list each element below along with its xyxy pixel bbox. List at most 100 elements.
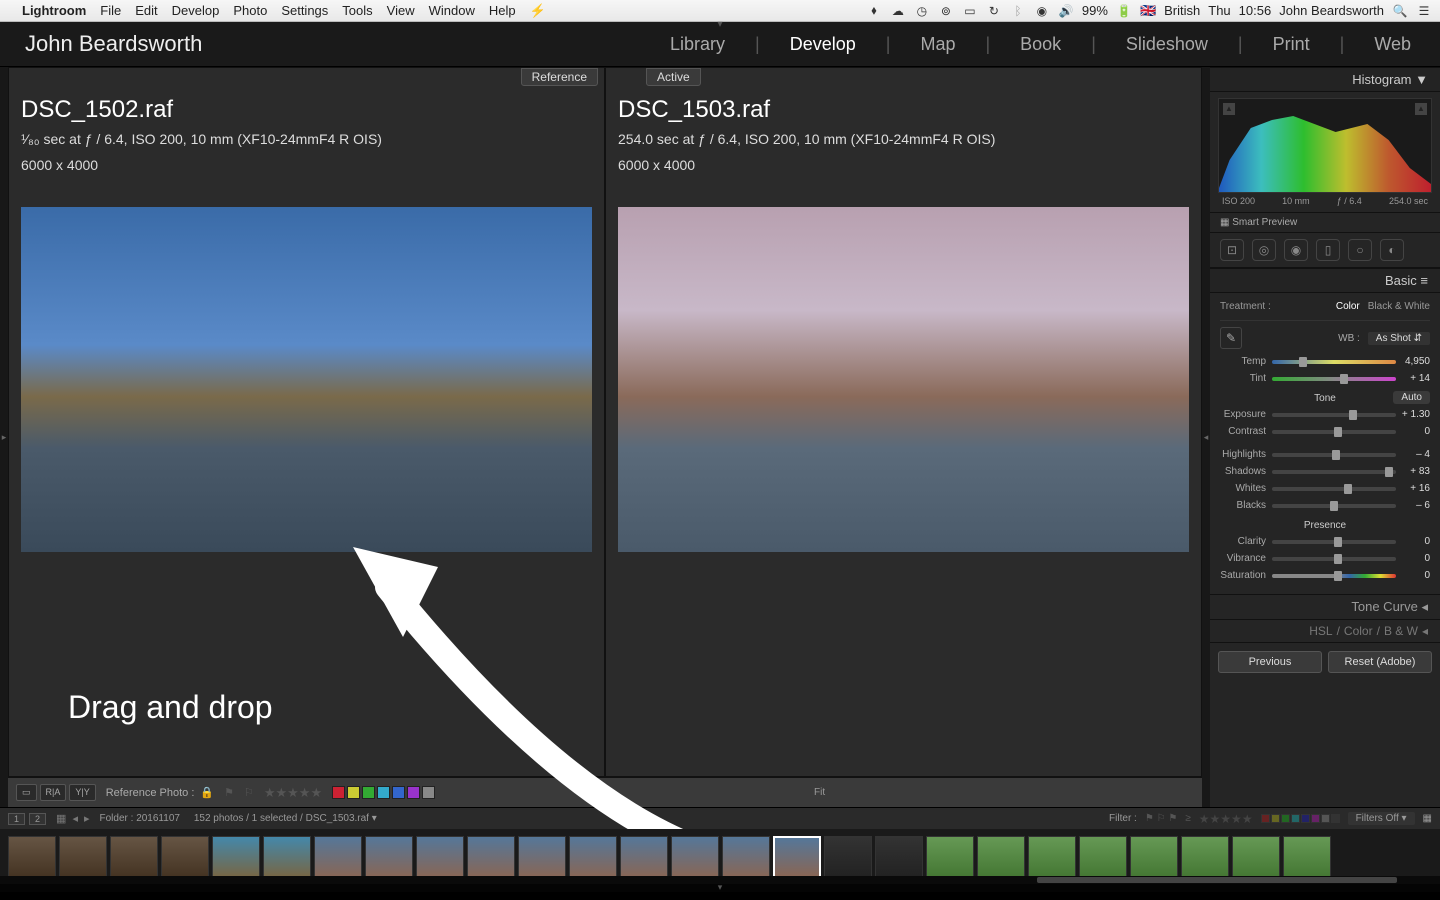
selected-file[interactable]: DSC_1503.raf — [306, 813, 369, 824]
clarity-value[interactable]: 0 — [1396, 536, 1430, 547]
shadows-value[interactable]: + 83 — [1396, 466, 1430, 477]
thumbnail[interactable] — [110, 836, 158, 878]
contrast-value[interactable]: 0 — [1396, 426, 1430, 437]
histogram-header[interactable]: Histogram ▼ — [1210, 67, 1440, 92]
vibrance-slider[interactable] — [1272, 557, 1396, 561]
module-develop[interactable]: Develop — [786, 34, 860, 55]
lock-icon[interactable]: 🔒 — [200, 786, 214, 799]
gradient-tool-icon[interactable]: ▯ — [1316, 239, 1340, 261]
thumbnail[interactable] — [620, 836, 668, 878]
thumbnail[interactable] — [977, 836, 1025, 878]
monitor-1-button[interactable]: 1 — [8, 813, 25, 825]
saturation-value[interactable]: 0 — [1396, 570, 1430, 581]
loupe-view-button[interactable]: ▭ — [16, 784, 37, 801]
identity-plate[interactable]: John Beardsworth — [25, 31, 202, 57]
menu-settings[interactable]: Settings — [281, 3, 328, 18]
thumbnail-selected[interactable] — [773, 836, 821, 878]
filmstrip-scrollbar[interactable] — [0, 876, 1440, 884]
thumbnail[interactable] — [467, 836, 515, 878]
module-web[interactable]: Web — [1370, 34, 1415, 55]
menu-view[interactable]: View — [387, 3, 415, 18]
module-slideshow[interactable]: Slideshow — [1122, 34, 1212, 55]
thumbnail[interactable] — [518, 836, 566, 878]
filter-lock-icon[interactable]: ▦ — [1423, 813, 1432, 824]
path-value[interactable]: 20161107 — [136, 813, 180, 824]
menu-edit[interactable]: Edit — [135, 3, 157, 18]
filter-stars[interactable]: ★★★★★ — [1199, 812, 1253, 826]
spot-tool-icon[interactable]: ◎ — [1252, 239, 1276, 261]
thumbnail[interactable] — [1181, 836, 1229, 878]
auto-tone-button[interactable]: Auto — [1393, 391, 1430, 404]
grid-icon[interactable]: ▦ — [56, 812, 66, 825]
thumbnail[interactable] — [1079, 836, 1127, 878]
top-panel-grip[interactable]: ▾ — [705, 19, 735, 27]
exposure-slider[interactable] — [1272, 413, 1396, 417]
user-name[interactable]: John Beardsworth — [1279, 3, 1384, 18]
whites-value[interactable]: + 16 — [1396, 483, 1430, 494]
blacks-value[interactable]: – 6 — [1396, 500, 1430, 511]
saturation-slider[interactable] — [1272, 574, 1396, 578]
highlights-slider[interactable] — [1272, 453, 1396, 457]
thumbnail[interactable] — [875, 836, 923, 878]
treatment-bw[interactable]: Black & White — [1368, 301, 1430, 312]
zoom-fit-label[interactable]: Fit — [814, 787, 825, 798]
redeye-tool-icon[interactable]: ◉ — [1284, 239, 1308, 261]
cloud-icon[interactable]: ☁ — [890, 4, 906, 18]
color-labels[interactable] — [332, 786, 435, 799]
volume-icon[interactable]: 🔊 — [1058, 4, 1074, 18]
menu-develop[interactable]: Develop — [172, 3, 220, 18]
thumbnail[interactable] — [263, 836, 311, 878]
highlight-clip-icon[interactable]: ▲ — [1415, 103, 1427, 115]
thumbnail[interactable] — [824, 836, 872, 878]
wb-eyedropper-icon[interactable]: ✎ — [1220, 327, 1242, 349]
rating-stars[interactable]: ★★★★★ — [264, 785, 322, 801]
temp-slider[interactable] — [1272, 360, 1396, 364]
wb-preset-select[interactable]: As Shot ⇵ — [1368, 332, 1430, 345]
active-image[interactable] — [618, 207, 1189, 552]
temp-value[interactable]: 4,950 — [1396, 356, 1430, 367]
timemachine-icon[interactable]: ↻ — [986, 4, 1002, 18]
menu-file[interactable]: File — [100, 3, 121, 18]
clock-icon[interactable]: ◷ — [914, 4, 930, 18]
thumbnail[interactable] — [416, 836, 464, 878]
bottom-panel-grip[interactable]: ▾ — [0, 884, 1440, 892]
basic-header[interactable]: Basic ≡ — [1210, 268, 1440, 293]
blacks-slider[interactable] — [1272, 504, 1396, 508]
menu-window[interactable]: Window — [429, 3, 475, 18]
crop-tool-icon[interactable]: ⊡ — [1220, 239, 1244, 261]
module-book[interactable]: Book — [1016, 34, 1065, 55]
thumbnail[interactable] — [569, 836, 617, 878]
filter-flag-icons[interactable]: ⚑ ⚐ ⚑ — [1145, 813, 1177, 824]
module-library[interactable]: Library — [666, 34, 729, 55]
thumbnail[interactable] — [1232, 836, 1280, 878]
monitor-2-button[interactable]: 2 — [29, 813, 46, 825]
filters-off-select[interactable]: Filters Off ▾ — [1348, 812, 1415, 825]
thumbnail[interactable] — [161, 836, 209, 878]
thumbnail[interactable] — [926, 836, 974, 878]
thumbnail[interactable] — [1283, 836, 1331, 878]
tone-curve-header[interactable]: Tone Curve ◂ — [1210, 594, 1440, 619]
histogram-graph[interactable]: ▲ ▲ — [1218, 98, 1432, 193]
tint-value[interactable]: + 14 — [1396, 373, 1430, 384]
nav-back-icon[interactable]: ◂ — [72, 812, 78, 825]
brush-tool-icon[interactable]: ◐ — [1380, 239, 1404, 261]
notification-icon[interactable]: ☰ — [1416, 4, 1432, 18]
spotlight-icon[interactable]: 🔍 — [1392, 4, 1408, 18]
previous-button[interactable]: Previous — [1218, 651, 1322, 673]
menu-photo[interactable]: Photo — [233, 3, 267, 18]
display-icon[interactable]: ▭ — [962, 4, 978, 18]
lang-label[interactable]: British — [1164, 3, 1200, 18]
thumbnail[interactable] — [59, 836, 107, 878]
clarity-slider[interactable] — [1272, 540, 1396, 544]
highlights-value[interactable]: – 4 — [1396, 449, 1430, 460]
shadows-slider[interactable] — [1272, 470, 1396, 474]
treatment-color[interactable]: Color — [1336, 301, 1360, 312]
right-panel-splitter[interactable]: ◂ — [1202, 67, 1210, 807]
module-print[interactable]: Print — [1269, 34, 1314, 55]
nav-fwd-icon[interactable]: ▸ — [84, 812, 90, 825]
thumbnail[interactable] — [314, 836, 362, 878]
clock-day[interactable]: Thu — [1208, 3, 1230, 18]
thumbnail[interactable] — [212, 836, 260, 878]
flag-pick-icon[interactable]: ⚑ — [224, 786, 234, 799]
battery-icon[interactable]: 🔋 — [1116, 4, 1132, 18]
